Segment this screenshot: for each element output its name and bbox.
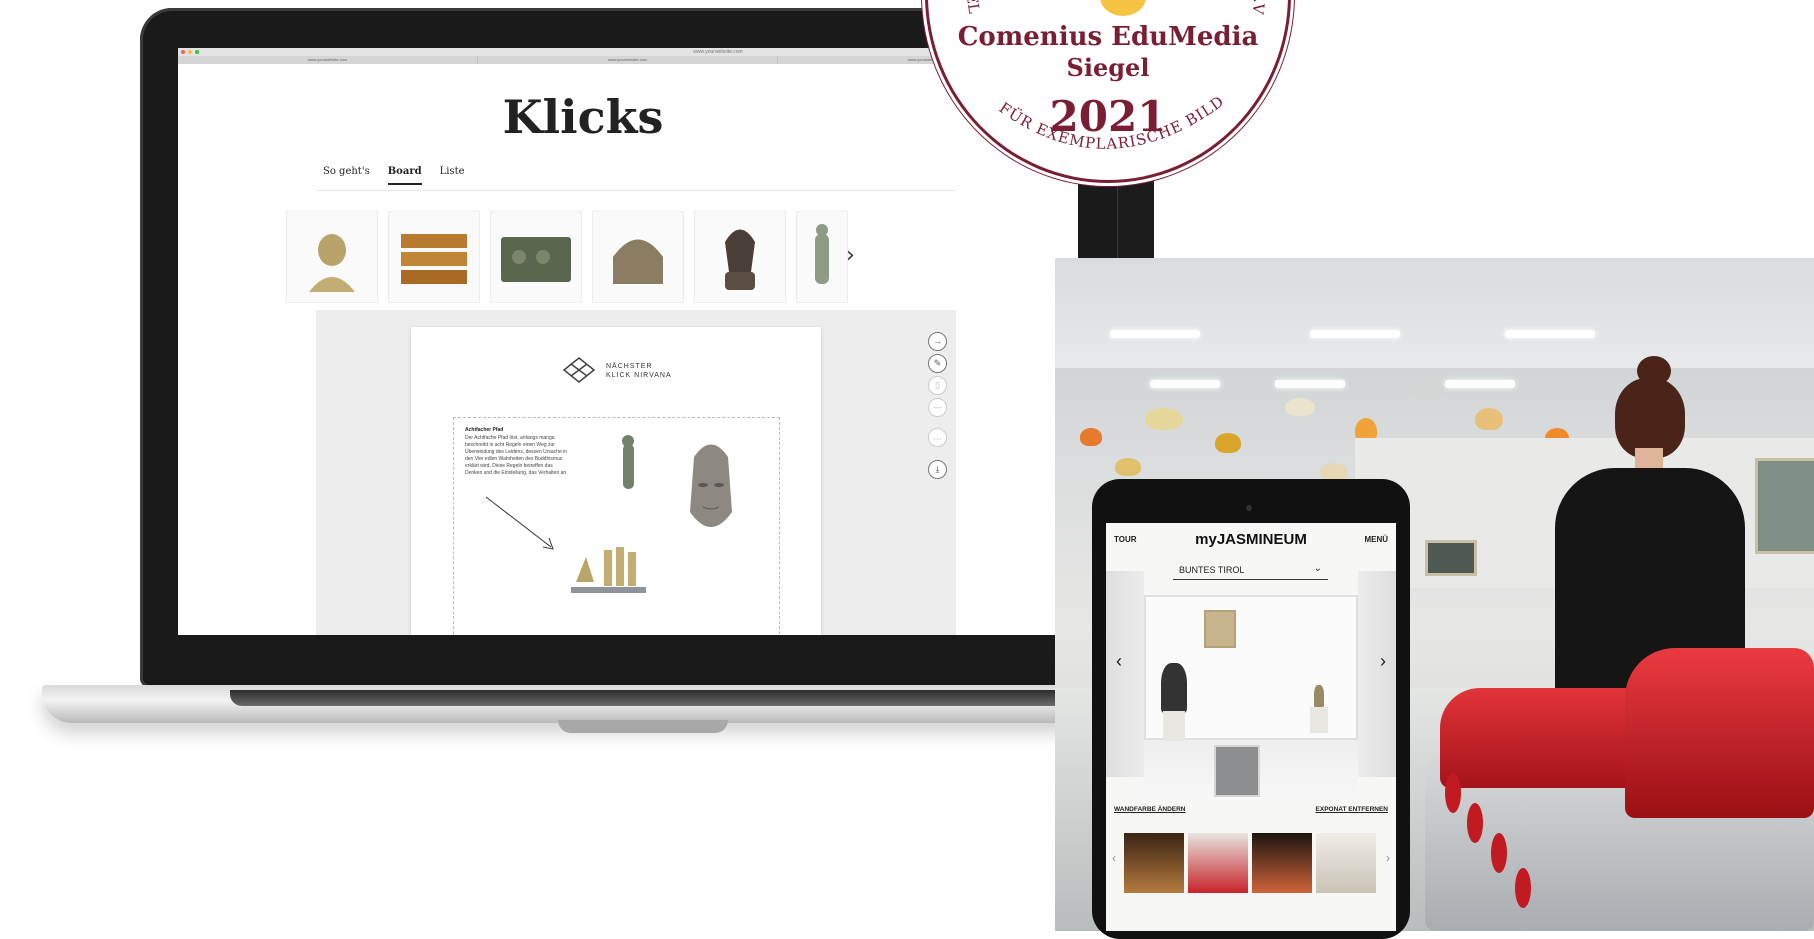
tab-board[interactable]: Board (387, 166, 422, 185)
browser-tab[interactable]: www.yourwebsite.com (178, 56, 478, 64)
minimize-window-icon[interactable] (188, 50, 192, 54)
monitor-stand (1118, 178, 1154, 258)
app-logo: myJASMINEUM (1195, 531, 1307, 548)
tablet-camera (1246, 505, 1252, 511)
page-title: Klicks (502, 90, 664, 144)
copy-button[interactable]: ▯ (928, 376, 947, 395)
bench-hole (1491, 833, 1507, 873)
object-thumbnail-standing-figure[interactable] (796, 211, 848, 303)
wall-painting (1425, 540, 1477, 576)
chevron-down-icon: ⌄ (1313, 563, 1322, 574)
change-wall-color-button[interactable]: WANDFARBE ÄNDERN (1114, 806, 1186, 813)
svg-text:GESEL: GESEL (963, 0, 984, 15)
tab-so-gehts[interactable]: So geht's (323, 166, 370, 185)
room-prev-button[interactable]: ‹ (1116, 651, 1122, 672)
hanging-lamp (1410, 378, 1444, 400)
seal-name: Comenius EduMedia (957, 22, 1259, 52)
exhibit-strip-next-button[interactable]: › (1386, 851, 1390, 865)
address-bar[interactable]: www.yourwebsite.com (598, 49, 838, 55)
ceiling-light (1445, 380, 1515, 388)
statue-pedestal (1163, 711, 1185, 741)
hanging-lamp (1145, 408, 1183, 430)
exhibit-thumbnail-red-chair[interactable] (1188, 833, 1248, 893)
board-canvas[interactable]: NÄCHSTER KLICK NIRVANA Achtfacher Pfad D… (316, 310, 956, 635)
hanging-lamp (1475, 408, 1503, 430)
remove-exhibit-button[interactable]: EXPONAT ENTFERNEN (1316, 806, 1388, 813)
bench-hole (1445, 773, 1461, 813)
note-text: Der Achtfache Pfad löst, anfangs manga b… (465, 435, 568, 476)
tablet-screen: TOUR myJASMINEUM MENÜ BUNTES TIROL ⌄ ‹ ›… (1106, 523, 1396, 931)
object-thumbnail-stone-relief[interactable] (490, 211, 582, 303)
maximize-window-icon[interactable] (195, 50, 199, 54)
bench-hole (1515, 868, 1531, 908)
gallery-ceiling (1055, 258, 1814, 368)
seal-year: 2021 (1049, 92, 1167, 141)
room-right-wall (1358, 571, 1396, 777)
ceiling-light (1275, 380, 1345, 388)
more-options-button[interactable]: … (928, 428, 947, 447)
board-logo-line1: NÄCHSTER (606, 363, 653, 370)
ceiling-light (1110, 330, 1200, 338)
exhibit-strip-prev-button[interactable]: ‹ (1112, 851, 1116, 865)
knot-logo-icon (562, 357, 596, 383)
ceiling-light (1310, 330, 1400, 338)
wall-painting (1755, 458, 1814, 554)
tabs-divider (316, 190, 956, 191)
laptop-notch (558, 720, 728, 733)
small-figurine[interactable] (1314, 685, 1324, 707)
exhibit-thumbnail-sculpture[interactable] (1252, 833, 1312, 893)
edit-pencil-button[interactable]: ✎ (928, 354, 947, 373)
remove-button[interactable]: — (928, 398, 947, 417)
tab-liste[interactable]: Liste (440, 166, 465, 185)
object-thumbnail-naga-buddha[interactable] (694, 211, 786, 303)
collection-select-value: BUNTES TIROL (1179, 565, 1245, 575)
standing-figure-image[interactable] (616, 432, 641, 492)
exhibit-thumbnail-portrait[interactable] (1124, 833, 1184, 893)
procession-sculpture-image[interactable] (566, 532, 656, 602)
placed-statue[interactable] (1161, 663, 1187, 713)
ceiling-light (1505, 330, 1595, 338)
hanging-lamp (1115, 458, 1141, 476)
hung-artwork[interactable] (1204, 610, 1236, 648)
seal-siegel: Siegel (1066, 53, 1150, 82)
board-sheet: NÄCHSTER KLICK NIRVANA Achtfacher Pfad D… (411, 327, 821, 635)
laptop-hinge (230, 690, 1100, 706)
view-tabs: So geht's Board Liste (323, 166, 465, 185)
ceiling-light (1150, 380, 1220, 388)
bench-backrest (1625, 648, 1814, 818)
board-logo-line2: KLICK NIRVANA (606, 372, 672, 379)
hanging-lamp (1285, 398, 1315, 416)
close-window-icon[interactable] (181, 50, 185, 54)
menu-link[interactable]: MENÜ (1364, 535, 1388, 544)
next-arrow-button[interactable]: → (928, 332, 947, 351)
hanging-lamp (1215, 433, 1241, 453)
object-thumbnail-buddha-head[interactable] (286, 211, 378, 303)
hanging-lamp (1080, 428, 1102, 446)
selected-exhibit[interactable] (1214, 745, 1260, 797)
object-thumbnail-stele[interactable] (592, 211, 684, 303)
bench-hole (1467, 803, 1483, 843)
collection-select[interactable]: BUNTES TIROL ⌄ (1173, 561, 1328, 580)
browser-tab[interactable]: www.yourwebsite.com (478, 56, 778, 64)
figurine-pedestal (1310, 707, 1328, 733)
exhibit-thumbnail-furniture[interactable] (1316, 833, 1376, 893)
stone-head-image[interactable] (676, 437, 746, 542)
room-left-wall (1106, 571, 1144, 777)
download-button[interactable]: ⤓ (928, 460, 947, 479)
note-title: Achtfacher Pfad (465, 427, 504, 433)
object-thumbnail-wooden-panels[interactable] (388, 211, 480, 303)
room-next-button[interactable]: › (1380, 651, 1386, 672)
board-logo-text: NÄCHSTER KLICK NIRVANA (606, 362, 672, 380)
woman-head (1615, 378, 1685, 458)
